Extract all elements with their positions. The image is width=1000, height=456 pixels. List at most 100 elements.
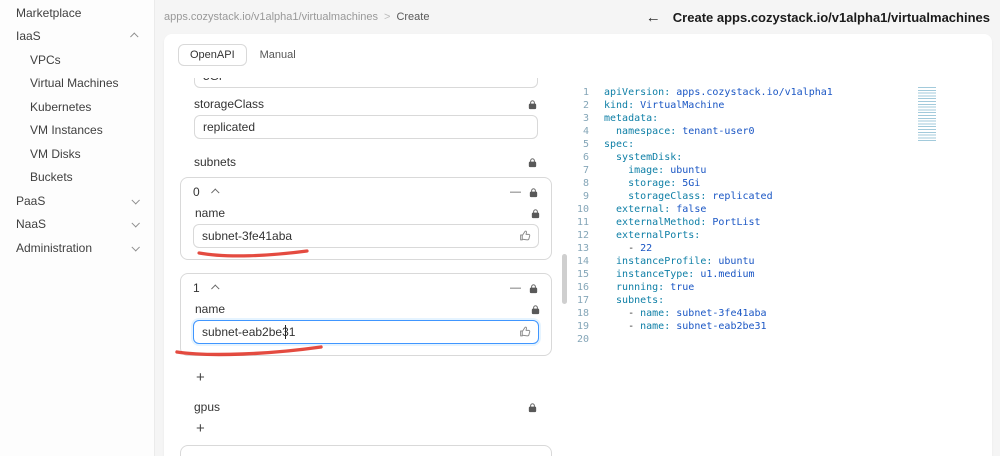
page-title: Create apps.cozystack.io/v1alpha1/virtua… (672, 9, 990, 25)
remove-subnet-0-button[interactable]: — (510, 186, 521, 198)
sidebar-item-vpcs[interactable]: VPCs (0, 48, 154, 72)
resources-section[interactable]: resources (180, 445, 552, 456)
sidebar-item-marketplace[interactable]: Marketplace (0, 1, 154, 25)
remove-subnet-1-button[interactable]: — (510, 282, 521, 294)
line-number: 8 (582, 178, 589, 189)
editor-minimap[interactable] (918, 87, 936, 141)
code-line[interactable]: 15 instanceType: u1.medium (568, 268, 992, 281)
add-gpu-button[interactable]: + (196, 420, 214, 437)
code-line[interactable]: 13 - 22 (568, 242, 992, 255)
section-label-subnets: subnets (194, 155, 237, 169)
lock-icon (530, 208, 541, 219)
app-window: Marketplace IaaS VPCs Virtual Machines K… (0, 0, 1000, 456)
thumbs-up-icon[interactable] (519, 229, 532, 242)
subnet-0-name-input[interactable] (193, 224, 539, 248)
sidebar-item-vm-instances[interactable]: VM Instances (0, 119, 154, 143)
sidebar-item-label: Buckets (30, 170, 73, 185)
form-panel: storageClass subnets 0 (164, 78, 568, 456)
sidebar-item-administration[interactable]: Administration (0, 236, 154, 260)
subnet-1-name-input[interactable] (193, 320, 539, 344)
line-number: 1 (582, 87, 589, 98)
line-number: 20 (576, 334, 589, 345)
form-scrollbar-thumb[interactable] (562, 254, 567, 304)
sidebar-item-buckets[interactable]: Buckets (0, 166, 154, 190)
tab-manual[interactable]: Manual (249, 45, 307, 65)
line-number: 11 (576, 217, 589, 228)
line-number: 5 (582, 139, 589, 150)
storageclass-input[interactable] (194, 115, 538, 139)
sidebar-item-label: PaaS (16, 193, 46, 208)
code-line[interactable]: 17 subnets: (568, 294, 992, 307)
line-number: 12 (576, 230, 589, 241)
editor-body: storageClass subnets 0 (164, 78, 992, 456)
storage-input[interactable] (194, 78, 538, 88)
yaml-editor[interactable]: 1 apiVersion: apps.cozystack.io/v1alpha1 2… (568, 78, 992, 456)
sidebar-item-naas[interactable]: NaaS (0, 213, 154, 237)
add-subnet-button[interactable]: + (196, 369, 214, 386)
code-line[interactable]: 12 externalPorts: (568, 229, 992, 242)
line-number: 17 (576, 295, 589, 306)
tab-bar: OpenAPI Manual (178, 44, 992, 66)
chevron-up-icon (130, 32, 139, 42)
line-number: 7 (582, 165, 589, 176)
line-number: 9 (582, 191, 589, 202)
sidebar-item-label: VM Disks (30, 146, 81, 161)
code-line[interactable]: 6 systemDisk: (568, 151, 992, 164)
line-number: 13 (576, 243, 589, 254)
sidebar-item-label: Virtual Machines (30, 76, 119, 91)
sidebar: Marketplace IaaS VPCs Virtual Machines K… (0, 0, 155, 456)
sidebar-item-iaas[interactable]: IaaS (0, 25, 154, 49)
breadcrumb-current: Create (396, 11, 430, 23)
line-number: 16 (576, 282, 589, 293)
sidebar-item-label: VM Instances (30, 123, 103, 138)
line-number: 10 (576, 204, 589, 215)
top-bar: apps.cozystack.io/v1alpha1/virtualmachin… (156, 0, 1000, 34)
collapse-chevron-up-icon[interactable] (210, 284, 220, 293)
sidebar-item-label: VPCs (30, 52, 61, 67)
sidebar-item-label: Kubernetes (30, 99, 92, 114)
code-line[interactable]: 18 - name: subnet-3fe41aba (568, 307, 992, 320)
main-area: apps.cozystack.io/v1alpha1/virtualmachin… (156, 0, 1000, 456)
lock-icon (530, 304, 541, 315)
subnet-index: 1 (193, 281, 200, 295)
code-line[interactable]: 14 instanceProfile: ubuntu (568, 255, 992, 268)
code-line[interactable]: 11 externalMethod: PortList (568, 216, 992, 229)
back-arrow-icon[interactable]: ← (646, 10, 661, 25)
lock-icon (528, 283, 539, 294)
lock-icon (527, 157, 538, 168)
red-underline-annotation (175, 345, 323, 357)
line-number: 3 (582, 113, 589, 124)
content-card: OpenAPI Manual storageClass subnets (164, 34, 992, 456)
sidebar-item-label: Marketplace (16, 5, 82, 20)
line-number: 2 (582, 100, 589, 111)
breadcrumb-path-link[interactable]: apps.cozystack.io/v1alpha1/virtualmachin… (164, 11, 378, 23)
breadcrumb-separator: > (384, 11, 391, 23)
lock-icon (528, 187, 539, 198)
lock-icon (527, 99, 538, 110)
line-number: 18 (576, 308, 589, 319)
collapse-chevron-up-icon[interactable] (210, 188, 220, 197)
code-line[interactable]: 7 image: ubuntu (568, 164, 992, 177)
tab-openapi[interactable]: OpenAPI (178, 44, 247, 66)
lock-icon (527, 402, 538, 413)
line-number: 14 (576, 256, 589, 267)
code-line[interactable]: 20 (568, 333, 992, 346)
chevron-down-icon (131, 195, 140, 205)
sidebar-item-paas[interactable]: PaaS (0, 189, 154, 213)
sidebar-item-kubernetes[interactable]: Kubernetes (0, 95, 154, 119)
thumbs-up-icon[interactable] (519, 325, 532, 338)
code-line[interactable]: 9 storageClass: replicated (568, 190, 992, 203)
code-line[interactable]: 10 external: false (568, 203, 992, 216)
red-underline-annotation (197, 249, 309, 258)
sidebar-item-vm-disks[interactable]: VM Disks (0, 142, 154, 166)
subnet-item-0: 0 — name (180, 177, 552, 260)
subnet-index: 0 (193, 185, 200, 199)
code-line[interactable]: 19 - name: subnet-eab2be31 (568, 320, 992, 333)
sidebar-item-label: IaaS (16, 29, 41, 44)
line-number: 19 (576, 321, 589, 332)
sidebar-item-label: NaaS (16, 217, 47, 232)
subnet-item-1: 1 — name (175, 273, 552, 357)
code-line[interactable]: 8 storage: 5Gi (568, 177, 992, 190)
sidebar-item-virtual-machines[interactable]: Virtual Machines (0, 72, 154, 96)
code-line[interactable]: 16 running: true (568, 281, 992, 294)
